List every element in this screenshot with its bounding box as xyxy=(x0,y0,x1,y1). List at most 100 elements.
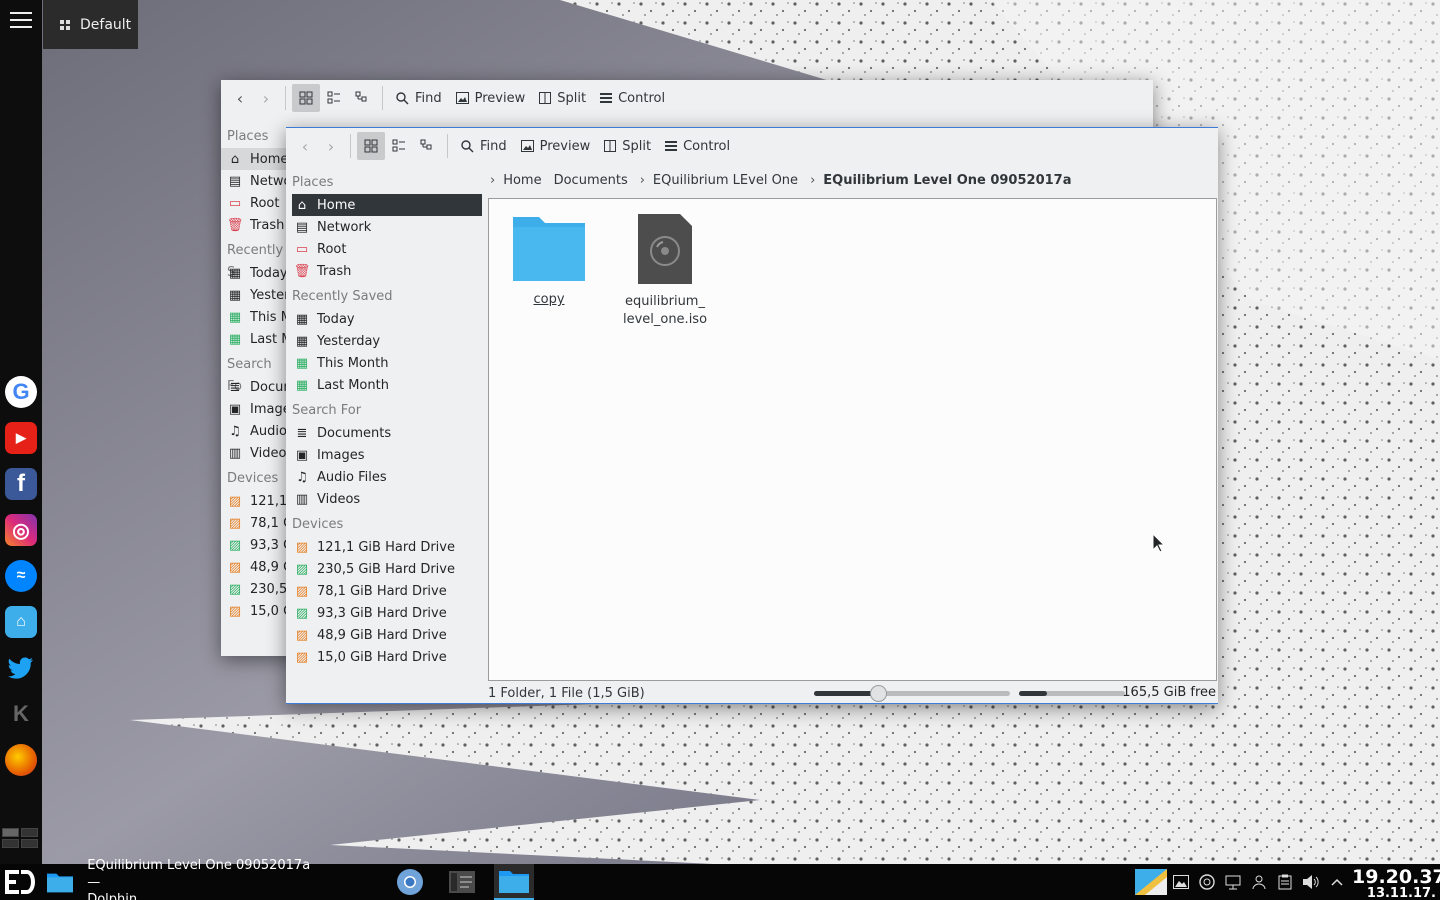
users-icon[interactable] xyxy=(1246,864,1272,900)
home-folder-app-icon[interactable]: ⌂ xyxy=(5,606,37,638)
breadcrumb-equilibrium[interactable]: EQuilibrium LEvel One xyxy=(653,173,798,188)
preview-button[interactable]: Preview xyxy=(449,84,533,112)
recent-header: Recently Saved xyxy=(292,289,393,304)
device-item[interactable]: ▨ 15,0 GiB Hard Drive xyxy=(286,646,482,668)
firefox-app-icon[interactable] xyxy=(5,744,37,776)
back-button[interactable]: ‹ xyxy=(292,132,318,160)
messenger-app-icon[interactable]: ≈ xyxy=(5,560,37,592)
device-label: 121,1 GiB Hard Drive xyxy=(317,539,455,555)
place-trash[interactable]: 🗑 Trash xyxy=(221,214,287,236)
place-root[interactable]: ▭ Root xyxy=(286,238,482,260)
task-dolphin[interactable]: EQuilibrium Level One 09052017a — Dolphi… xyxy=(42,858,312,900)
system-monitor-launcher[interactable] xyxy=(442,864,482,900)
dock-menu-icon[interactable] xyxy=(10,12,32,30)
compact-view-button[interactable] xyxy=(385,132,413,160)
file-view[interactable]: copy equilibrium_ level_one.iso xyxy=(488,198,1217,681)
chromium-launcher[interactable] xyxy=(390,864,430,900)
search-videos[interactable]: ▥ Videos xyxy=(286,488,482,510)
search-images[interactable]: ▣ Image xyxy=(221,398,287,420)
zoom-slider[interactable] xyxy=(814,685,1010,702)
twitter-app-icon[interactable] xyxy=(5,652,37,684)
zoom-slider-handle[interactable] xyxy=(869,685,887,702)
device-item[interactable]: ▨ 78,1 G xyxy=(221,512,287,534)
search-audio[interactable]: ♫ Audio Files xyxy=(286,466,482,488)
recent-this-month[interactable]: ▦ This M xyxy=(221,306,287,328)
split-button[interactable]: Split xyxy=(532,84,593,112)
preview-button[interactable]: Preview xyxy=(514,132,598,160)
details-view-icon xyxy=(355,91,367,102)
device-item[interactable]: ▨ 93,3 GiB Hard Drive xyxy=(286,602,482,624)
recent-yesterday[interactable]: ▦ Yester xyxy=(221,284,287,306)
network-icon[interactable] xyxy=(1220,864,1246,900)
place-network[interactable]: ▤ Netwo xyxy=(221,170,287,192)
search-label: Audio xyxy=(250,423,287,439)
activity-label: Default xyxy=(80,16,132,33)
search-images[interactable]: ▣ Images xyxy=(286,444,482,466)
search-documents[interactable]: ≣ Documents xyxy=(286,422,482,444)
device-label: 78,1 G xyxy=(250,515,287,531)
recent-last-month[interactable]: ▦ Last M xyxy=(221,328,287,350)
activities-grid-icon xyxy=(60,19,70,30)
place-trash[interactable]: 🗑 Trash xyxy=(286,260,482,282)
control-button[interactable]: Control xyxy=(658,132,737,160)
google-app-icon[interactable]: G xyxy=(5,376,37,408)
device-label: 121,1 xyxy=(250,493,287,509)
document-icon: ≣ xyxy=(229,379,241,395)
chevron-up-icon[interactable] xyxy=(1324,864,1350,900)
place-root[interactable]: ▭ Root xyxy=(221,192,287,214)
place-network[interactable]: ▤ Network xyxy=(286,216,482,238)
recent-last-month[interactable]: ▦ Last Month xyxy=(286,374,482,396)
application-launcher[interactable] xyxy=(2,866,38,898)
recent-yesterday[interactable]: ▦ Yesterday xyxy=(286,330,482,352)
virtual-desktop-pager[interactable] xyxy=(2,828,40,850)
find-button[interactable]: Find xyxy=(454,132,514,160)
home-icon: ⌂ xyxy=(297,197,307,213)
recent-this-month[interactable]: ▦ This Month xyxy=(286,352,482,374)
calendar-icon: ▦ xyxy=(295,333,309,349)
device-item[interactable]: ▨ 48,9 GiB Hard Drive xyxy=(286,624,482,646)
device-item[interactable]: ▨ 93,3 G xyxy=(221,534,287,556)
breadcrumb-current[interactable]: EQuilibrium Level One 09052017a xyxy=(823,173,1071,188)
updates-icon[interactable] xyxy=(1194,864,1220,900)
device-item[interactable]: ▨ 48,9 G xyxy=(221,556,287,578)
search-videos[interactable]: ▥ Videos xyxy=(221,442,287,464)
details-view-button[interactable] xyxy=(348,84,376,112)
place-home[interactable]: ⌂ Home xyxy=(292,194,482,216)
facebook-app-icon[interactable]: f xyxy=(5,468,37,500)
file-item-iso[interactable]: equilibrium_ level_one.iso xyxy=(615,213,715,329)
find-button[interactable]: Find xyxy=(389,84,449,112)
digital-clock[interactable]: 19.20.37 13.11.17. xyxy=(1352,864,1440,900)
place-home[interactable]: ⌂ Home xyxy=(221,148,287,170)
dolphin-launcher[interactable] xyxy=(494,864,534,900)
kde-app-icon[interactable]: K xyxy=(5,698,37,730)
forward-button[interactable]: › xyxy=(318,132,344,160)
device-item[interactable]: ▨ 78,1 GiB Hard Drive xyxy=(286,580,482,602)
split-button[interactable]: Split xyxy=(597,132,658,160)
volume-icon[interactable] xyxy=(1298,864,1324,900)
folder-item-copy[interactable]: copy xyxy=(499,213,599,309)
breadcrumb-documents[interactable]: Documents xyxy=(554,173,628,188)
clipboard-icon[interactable] xyxy=(1272,864,1298,900)
activity-switcher[interactable]: Default xyxy=(43,0,138,49)
compact-view-button[interactable] xyxy=(320,84,348,112)
youtube-app-icon[interactable]: ▶ xyxy=(5,422,37,454)
back-button[interactable]: ‹ xyxy=(227,84,253,112)
wallpaper-thumbnail-icon[interactable] xyxy=(1134,864,1168,900)
device-item[interactable]: ▨ 121,1 xyxy=(221,490,287,512)
recent-today[interactable]: ▦ Today xyxy=(286,308,482,330)
device-item[interactable]: ▨ 15,0 G xyxy=(221,600,287,622)
instagram-app-icon[interactable]: ◎ xyxy=(5,514,37,546)
breadcrumb-home[interactable]: Home xyxy=(503,173,541,188)
dolphin-window[interactable]: ‹ › Find Preview Split Control Places ⌂ H… xyxy=(286,127,1218,704)
control-button[interactable]: Control xyxy=(593,84,672,112)
device-item[interactable]: ▨ 230,5 xyxy=(221,578,287,600)
image-icon: ▣ xyxy=(295,447,309,463)
icons-view-button[interactable] xyxy=(357,132,385,160)
screenshot-icon[interactable] xyxy=(1168,864,1194,900)
device-item[interactable]: ▨ 230,5 GiB Hard Drive xyxy=(286,558,482,580)
icons-view-button[interactable] xyxy=(292,84,320,112)
search-audio[interactable]: ♫ Audio xyxy=(221,420,287,442)
device-item[interactable]: ▨ 121,1 GiB Hard Drive xyxy=(286,536,482,558)
forward-button[interactable]: › xyxy=(253,84,279,112)
details-view-button[interactable] xyxy=(413,132,441,160)
